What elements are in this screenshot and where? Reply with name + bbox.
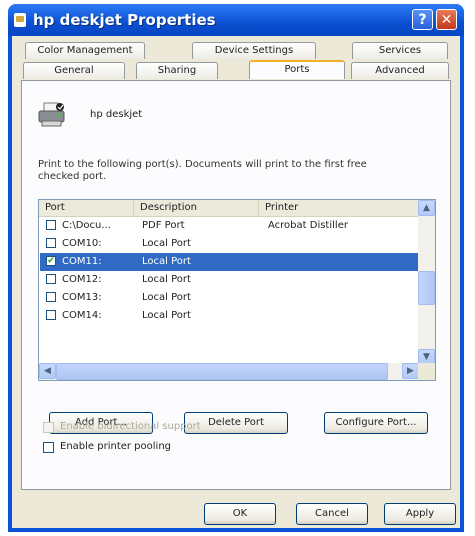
scroll-right-icon[interactable]: ▶ xyxy=(402,363,419,379)
printer-pooling-checkbox[interactable] xyxy=(43,442,54,453)
printer-icon xyxy=(38,102,65,127)
tab-general[interactable]: General xyxy=(23,62,125,79)
port-name: COM13: xyxy=(62,292,102,303)
ports-list[interactable]: Port Description Printer C:\Docu... PDF … xyxy=(38,199,436,381)
port-description: Local Port xyxy=(142,256,191,267)
scroll-up-icon[interactable]: ▲ xyxy=(418,200,435,216)
tab-advanced[interactable]: Advanced xyxy=(351,62,449,79)
port-row-selected[interactable]: ✔ COM11: Local Port xyxy=(40,253,418,271)
port-checkbox[interactable] xyxy=(46,220,56,230)
port-description: PDF Port xyxy=(142,220,185,231)
port-description: Local Port xyxy=(142,292,191,303)
help-button[interactable]: ? xyxy=(412,9,433,30)
scrollbar-corner xyxy=(418,363,435,380)
port-name: COM10: xyxy=(62,238,102,249)
column-header-description[interactable]: Description xyxy=(134,200,259,216)
port-name: COM14: xyxy=(62,310,102,321)
configure-port-button[interactable]: Configure Port... xyxy=(324,412,428,434)
port-name: COM11: xyxy=(62,256,102,267)
tab-services[interactable]: Services xyxy=(352,42,448,59)
bidirectional-support-label: Enable bidirectional support xyxy=(60,421,201,432)
tab-device-settings[interactable]: Device Settings xyxy=(192,42,316,59)
port-description: Local Port xyxy=(142,238,191,249)
port-checkbox[interactable] xyxy=(46,310,56,320)
horizontal-scrollbar[interactable]: ◀ ▶ xyxy=(39,363,419,380)
scroll-left-icon[interactable]: ◀ xyxy=(39,363,56,379)
port-checkbox[interactable] xyxy=(46,292,56,302)
tab-sharing[interactable]: Sharing xyxy=(136,62,218,79)
port-checkbox-checked[interactable]: ✔ xyxy=(46,256,56,266)
properties-window: hp deskjet Properties ? ✕ Color Manageme… xyxy=(8,4,464,532)
title-bar[interactable]: hp deskjet Properties ? ✕ xyxy=(8,4,464,36)
tab-color-management[interactable]: Color Management xyxy=(25,42,145,59)
apply-button[interactable]: Apply xyxy=(384,503,456,525)
port-checkbox[interactable] xyxy=(46,238,56,248)
window-title: hp deskjet Properties xyxy=(33,11,216,29)
port-row[interactable]: C:\Docu... PDF Port Acrobat Distiller xyxy=(40,217,418,235)
horizontal-scroll-thumb[interactable] xyxy=(56,363,388,380)
port-printer: Acrobat Distiller xyxy=(268,220,348,231)
vertical-scroll-thumb[interactable] xyxy=(418,271,435,305)
column-header-port[interactable]: Port xyxy=(39,200,134,216)
dialog-client-area: Color Management Device Settings Service… xyxy=(12,36,460,528)
column-header-printer[interactable]: Printer xyxy=(259,200,419,216)
ports-list-header: Port Description Printer xyxy=(39,200,419,217)
cancel-button[interactable]: Cancel xyxy=(296,503,368,525)
port-checkbox[interactable] xyxy=(46,274,56,284)
vertical-scrollbar[interactable]: ▲ ▼ xyxy=(418,200,435,365)
port-row[interactable]: COM10: Local Port xyxy=(40,235,418,253)
bidirectional-support-checkbox[interactable] xyxy=(43,422,54,433)
printer-pooling-label: Enable printer pooling xyxy=(60,441,172,452)
ok-button[interactable]: OK xyxy=(204,503,276,525)
ports-description: Print to the following port(s). Document… xyxy=(38,159,367,182)
port-row[interactable]: COM12: Local Port xyxy=(40,271,418,289)
port-description: Local Port xyxy=(142,310,191,321)
port-name: C:\Docu... xyxy=(62,220,111,231)
close-button[interactable]: ✕ xyxy=(436,9,457,30)
port-row[interactable]: COM14: Local Port xyxy=(40,307,418,325)
tab-ports[interactable]: Ports xyxy=(249,60,345,79)
port-row[interactable]: COM13: Local Port xyxy=(40,289,418,307)
printer-properties-icon xyxy=(14,13,26,27)
printer-name: hp deskjet xyxy=(90,109,143,120)
port-description: Local Port xyxy=(142,274,191,285)
port-name: COM12: xyxy=(62,274,102,285)
